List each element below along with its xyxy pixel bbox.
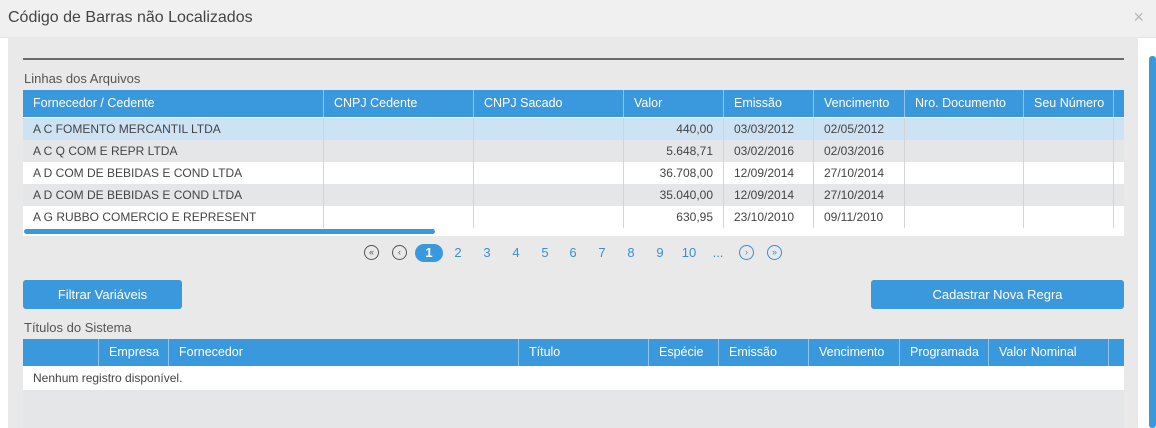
column-header[interactable]: Valor Nominal bbox=[989, 339, 1109, 366]
cell-nro-documento bbox=[905, 140, 1024, 162]
top-divider bbox=[23, 58, 1124, 60]
column-header[interactable] bbox=[23, 339, 99, 366]
cell-seu-numero bbox=[1024, 162, 1114, 184]
cell-cnpj-sacado bbox=[474, 118, 624, 140]
horizontal-scrollbar[interactable] bbox=[24, 229, 435, 234]
page-link[interactable]: 5 bbox=[537, 244, 553, 262]
column-header[interactable]: Título bbox=[519, 339, 649, 366]
cell-emissao: 03/02/2016 bbox=[724, 140, 814, 162]
cadastrar-nova-regra-button[interactable]: Cadastrar Nova Regra bbox=[871, 280, 1124, 309]
cell-vencimento: 09/11/2010 bbox=[814, 206, 905, 228]
column-header[interactable]: Vencimento bbox=[809, 339, 900, 366]
vertical-scrollbar[interactable] bbox=[1149, 56, 1156, 428]
cell-cnpj-sacado bbox=[474, 162, 624, 184]
cell-valor: 630,95 bbox=[624, 206, 724, 228]
column-header[interactable]: Valor bbox=[624, 90, 724, 117]
first-page-icon[interactable]: « bbox=[364, 245, 379, 260]
page-link[interactable]: 7 bbox=[594, 244, 610, 262]
cell-cnpj-sacado bbox=[474, 206, 624, 228]
table-row[interactable]: A G RUBBO COMERCIO E REPRESENT 630,95 23/1… bbox=[23, 206, 1124, 228]
cell-valor: 35.040,00 bbox=[624, 184, 724, 206]
cell-fornecedor: A D COM DE BEBIDAS E COND LTDA bbox=[23, 162, 324, 184]
cell-fornecedor: A C FOMENTO MERCANTIL LTDA bbox=[23, 118, 324, 140]
cell-emissao: 12/09/2014 bbox=[724, 184, 814, 206]
column-header[interactable]: CNPJ Sacado bbox=[474, 90, 624, 117]
column-header[interactable]: Programada bbox=[900, 339, 989, 366]
column-header[interactable]: Emissão bbox=[724, 90, 814, 117]
cell-cnpj-cedente bbox=[324, 184, 474, 206]
dialog-title: Código de Barras não Localizados bbox=[8, 9, 253, 26]
column-header[interactable]: Vencimento bbox=[814, 90, 905, 117]
cell-emissao: 23/10/2010 bbox=[724, 206, 814, 228]
page-link[interactable]: ... bbox=[710, 244, 726, 262]
column-header[interactable]: Espécie bbox=[649, 339, 719, 366]
page-link[interactable]: 10 bbox=[678, 244, 700, 262]
cell-cnpj-sacado bbox=[474, 140, 624, 162]
prev-page-icon[interactable]: ‹ bbox=[392, 245, 407, 260]
titulos-grid-header: Empresa Fornecedor Título Espécie Emissão Ven… bbox=[23, 339, 1124, 366]
cell-cnpj-cedente bbox=[324, 206, 474, 228]
column-header[interactable]: Emissão bbox=[719, 339, 809, 366]
page-link[interactable]: 4 bbox=[508, 244, 524, 262]
filtrar-variaveis-button[interactable]: Filtrar Variáveis bbox=[23, 280, 182, 309]
cell-fornecedor: A C Q COM E REPR LTDA bbox=[23, 140, 324, 162]
table-row[interactable]: A D COM DE BEBIDAS E COND LTDA 35.040,00 1… bbox=[23, 184, 1124, 206]
cell-valor: 5.648,71 bbox=[624, 140, 724, 162]
cell-nro-documento bbox=[905, 206, 1024, 228]
cell-cnpj-cedente bbox=[324, 162, 474, 184]
cell-nro-documento bbox=[905, 162, 1024, 184]
column-header[interactable]: Nro. Documento bbox=[905, 90, 1024, 117]
close-icon[interactable]: × bbox=[1133, 7, 1144, 28]
page-link[interactable]: 6 bbox=[565, 244, 581, 262]
table-row[interactable]: A D COM DE BEBIDAS E COND LTDA 36.708,00 1… bbox=[23, 162, 1124, 184]
arquivos-grid: Fornecedor / Cedente CNPJ Cedente CNPJ Sac… bbox=[23, 90, 1124, 236]
cell-vencimento: 02/03/2016 bbox=[814, 140, 905, 162]
cell-cnpj-cedente bbox=[324, 118, 474, 140]
table-row[interactable]: A C Q COM E REPR LTDA 5.648,71 03/02/2016 0… bbox=[23, 140, 1124, 162]
dialog-titlebar: Código de Barras não Localizados × bbox=[0, 0, 1156, 38]
page-link[interactable]: 2 bbox=[450, 244, 466, 262]
column-header[interactable]: Seu Número bbox=[1024, 90, 1114, 117]
titulos-grid: Empresa Fornecedor Título Espécie Emissão Ven… bbox=[23, 339, 1124, 428]
column-header[interactable]: Empresa bbox=[99, 339, 169, 366]
table-row[interactable]: A C FOMENTO MERCANTIL LTDA 440,00 03/03/20… bbox=[23, 118, 1124, 140]
cell-seu-numero bbox=[1024, 206, 1114, 228]
next-page-icon[interactable]: › bbox=[739, 245, 754, 260]
cell-seu-numero bbox=[1024, 140, 1114, 162]
cell-nro-documento bbox=[905, 184, 1024, 206]
cell-emissao: 12/09/2014 bbox=[724, 162, 814, 184]
empty-message: Nenhum registro disponível. bbox=[23, 367, 1124, 390]
cell-seu-numero bbox=[1024, 118, 1114, 140]
cell-fornecedor: A G RUBBO COMERCIO E REPRESENT bbox=[23, 206, 324, 228]
column-header[interactable]: Fornecedor bbox=[169, 339, 519, 366]
section-title-titulos: Títulos do Sistema bbox=[24, 320, 132, 335]
cell-valor: 36.708,00 bbox=[624, 162, 724, 184]
cell-vencimento: 02/05/2012 bbox=[814, 118, 905, 140]
column-header[interactable]: Fornecedor / Cedente bbox=[23, 90, 324, 117]
cell-vencimento: 27/10/2014 bbox=[814, 162, 905, 184]
cell-fornecedor: A D COM DE BEBIDAS E COND LTDA bbox=[23, 184, 324, 206]
arquivos-grid-header: Fornecedor / Cedente CNPJ Cedente CNPJ Sac… bbox=[23, 90, 1124, 117]
cell-emissao: 03/03/2012 bbox=[724, 118, 814, 140]
page-link[interactable]: 1 bbox=[415, 244, 443, 262]
cell-seu-numero bbox=[1024, 184, 1114, 206]
section-title-linhas: Linhas dos Arquivos bbox=[24, 71, 141, 86]
cell-nro-documento bbox=[905, 118, 1024, 140]
page-link[interactable]: 8 bbox=[623, 244, 639, 262]
cell-cnpj-cedente bbox=[324, 140, 474, 162]
pagination: « ‹ 1 2 3 4 5 6 7 8 9 10... › » bbox=[0, 244, 1156, 264]
cell-cnpj-sacado bbox=[474, 184, 624, 206]
page-link[interactable]: 3 bbox=[479, 244, 495, 262]
page-link[interactable]: 9 bbox=[652, 244, 668, 262]
column-header[interactable]: CNPJ Cedente bbox=[324, 90, 474, 117]
cell-vencimento: 27/10/2014 bbox=[814, 184, 905, 206]
last-page-icon[interactable]: » bbox=[767, 245, 782, 260]
cell-valor: 440,00 bbox=[624, 118, 724, 140]
empty-area bbox=[23, 390, 1124, 428]
